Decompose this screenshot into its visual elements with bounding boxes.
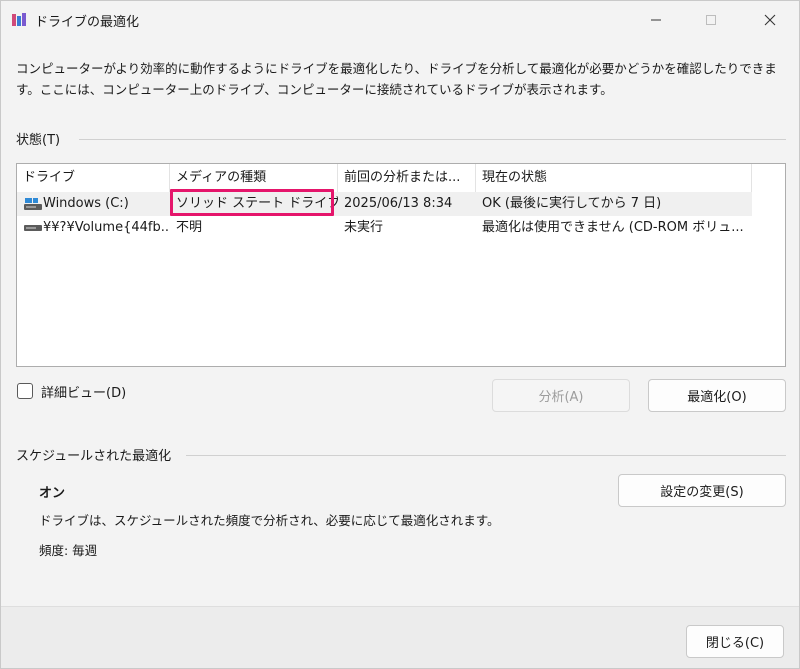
last-analyzed: 2025/06/13 8:34 xyxy=(344,196,453,211)
window-title: ドライブの最適化 xyxy=(35,15,140,30)
media-type: 不明 xyxy=(176,220,203,235)
optimize-button[interactable]: 最適化(O) xyxy=(648,379,786,412)
column-header-drive[interactable]: ドライブ xyxy=(17,164,170,192)
minimize-button[interactable] xyxy=(633,1,679,39)
maximize-button xyxy=(688,1,734,39)
defrag-app-icon xyxy=(11,12,27,28)
column-header-media-type[interactable]: メディアの種類 xyxy=(170,164,338,192)
minimize-icon xyxy=(651,19,661,21)
last-analyzed: 未実行 xyxy=(344,220,384,235)
title-bar[interactable]: ドライブの最適化 xyxy=(1,1,799,39)
analyze-button: 分析(A) xyxy=(492,379,630,412)
schedule-description: ドライブは、スケジュールされた頻度で分析され、必要に応じて最適化されます。 xyxy=(39,513,500,528)
current-status: 最適化は使用できません (CD-ROM ボリュ... xyxy=(482,220,744,235)
schedule-separator xyxy=(186,455,786,456)
schedule-section-label: スケジュールされた最適化 xyxy=(16,449,172,464)
status-section-label: 状態(T) xyxy=(16,133,61,148)
schedule-frequency: 頻度: 毎週 xyxy=(39,543,98,558)
drive-name: ¥¥?¥Volume{44fb... xyxy=(43,220,170,235)
drive-row-volume[interactable]: ¥¥?¥Volume{44fb... 不明 未実行 最適化は使用できません (C… xyxy=(17,216,752,240)
change-settings-button[interactable]: 設定の変更(S) xyxy=(618,474,786,507)
status-separator xyxy=(79,139,786,140)
close-icon xyxy=(764,14,776,26)
footer-bar: 閉じる(C) xyxy=(1,606,799,668)
schedule-state: オン xyxy=(39,486,66,501)
media-type: ソリッド ステート ドライブ xyxy=(176,196,338,211)
drive-optimizer-window: ドライブの最適化 コンピューターがより効率的に動作するようにドライブを最適化した… xyxy=(0,0,800,669)
current-status: OK (最後に実行してから 7 日) xyxy=(482,196,662,211)
description-text: コンピューターがより効率的に動作するようにドライブを最適化したり、ドライブを分析… xyxy=(16,61,777,97)
close-window-button[interactable] xyxy=(747,1,793,39)
drive-row-c[interactable]: Windows (C:) ソリッド ステート ドライブ 2025/06/13 8… xyxy=(17,192,752,216)
column-header-current-status[interactable]: 現在の状態 xyxy=(476,164,752,192)
drive-name: Windows (C:) xyxy=(43,196,129,211)
drive-list[interactable]: ドライブ メディアの種類 前回の分析または... 現在の状態 Windows (… xyxy=(16,163,786,367)
close-button[interactable]: 閉じる(C) xyxy=(686,625,784,658)
drive-list-header: ドライブ メディアの種類 前回の分析または... 現在の状態 xyxy=(17,164,752,192)
detail-view-checkbox[interactable] xyxy=(17,383,33,399)
column-header-last-analyzed[interactable]: 前回の分析または... xyxy=(338,164,476,192)
detail-view-label[interactable]: 詳細ビュー(D) xyxy=(41,382,126,401)
maximize-icon xyxy=(706,15,716,25)
